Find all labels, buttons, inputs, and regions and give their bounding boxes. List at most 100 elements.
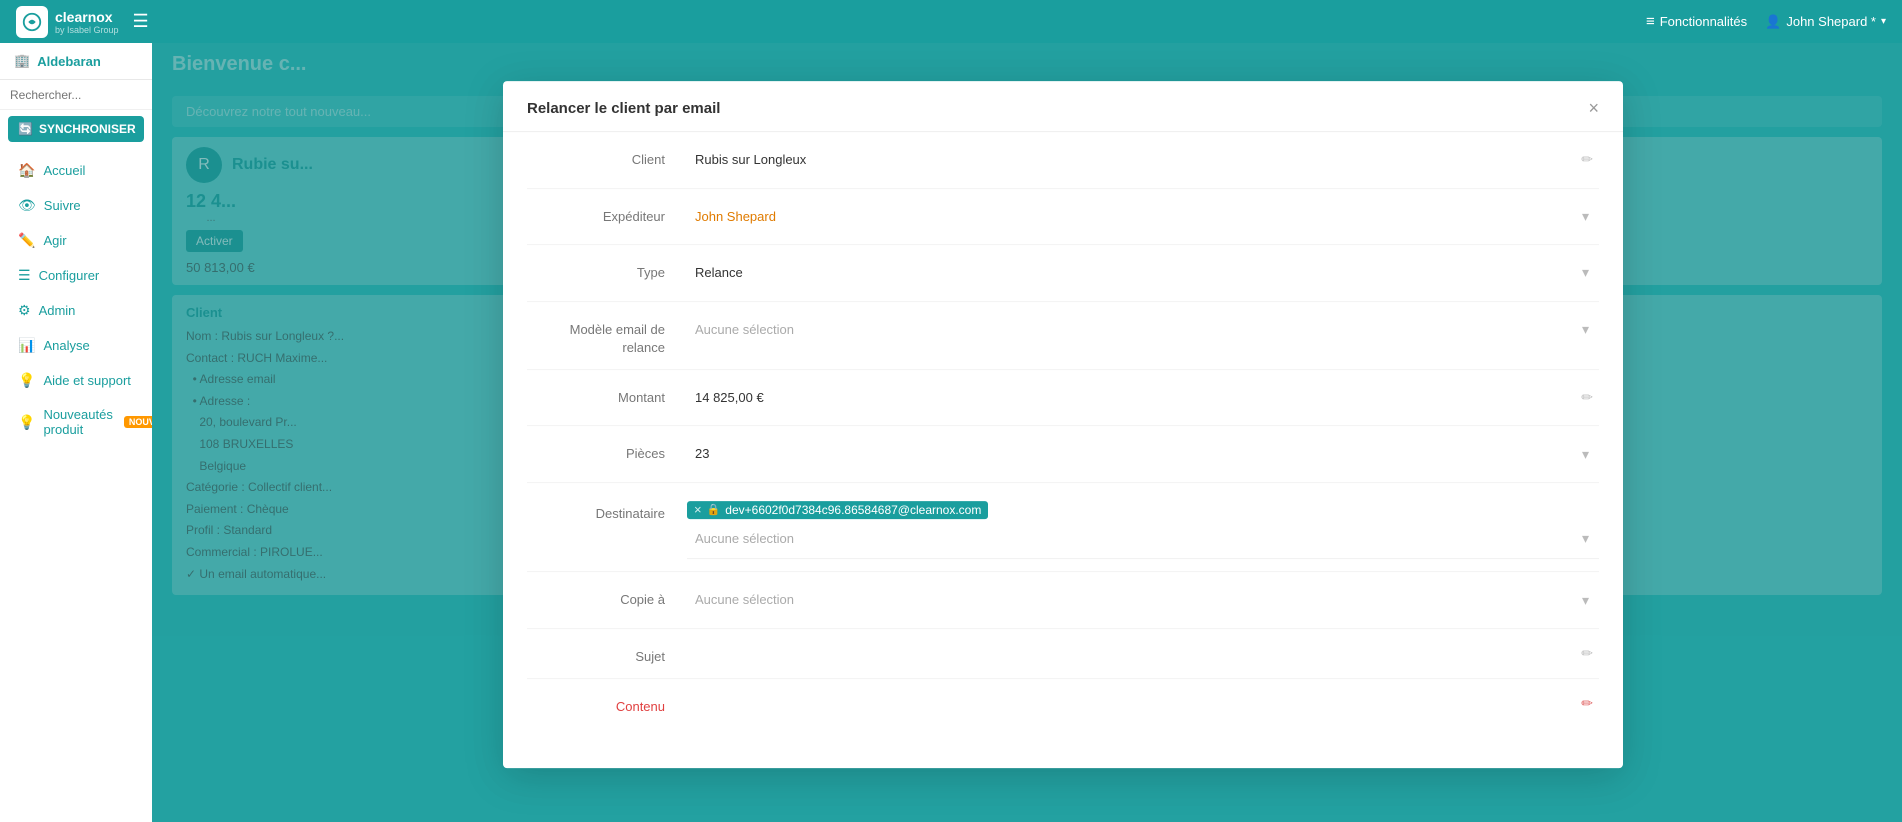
sidebar-company[interactable]: 🏢 Aldebaran [0,43,152,80]
edit-icon: ✏️ [18,232,35,249]
user-icon: 👤 [1765,14,1781,30]
contenu-value-container: ✏ [687,691,1599,716]
tag-email: dev+6602f0d7384c96.86584687@clearnox.com [725,503,981,517]
sidebar: 🏢 Aldebaran 🔄 SYNCHRONISER 🏠 Accueil 👁 S… [0,43,152,822]
contenu-label: Contenu [527,691,687,716]
sync-button[interactable]: 🔄 SYNCHRONISER [8,116,144,142]
new-icon: 💡 [18,414,35,431]
modele-row: Modèle email de relance Aucune sélection… [527,302,1599,370]
logo-text-block: clearnox by Isabel Group [55,9,119,35]
type-dropdown-icon[interactable]: ▾ [1572,260,1599,285]
client-value: Rubis sur Longleux [687,144,1575,176]
home-icon: 🏠 [18,162,35,179]
sidebar-item-label: Agir [43,233,66,248]
destinataire-select-row[interactable]: Aucune sélection ▾ [687,523,1599,560]
sidebar-item-label: Accueil [43,163,85,178]
sidebar-item-label: Admin [39,303,76,318]
montant-label: Montant [527,382,687,407]
email-modal: Relancer le client par email × Client Ru… [503,81,1623,768]
expediteur-row: Expéditeur John Shepard ▾ [527,189,1599,246]
sidebar-item-label: Configurer [39,268,100,283]
modal-body: Client Rubis sur Longleux ✏ Expéditeur J… [503,132,1623,728]
tag-lock-icon: 🔒 [707,503,721,516]
sidebar-item-suivre[interactable]: 👁 Suivre [4,189,148,222]
pieces-dropdown-icon[interactable]: ▾ [1572,442,1599,467]
expediteur-label: Expéditeur [527,201,687,226]
help-icon: 💡 [18,372,35,389]
tag-remove-button[interactable]: × [694,503,702,516]
logo-sub: by Isabel Group [55,25,119,35]
pieces-row: Pièces 23 ▾ [527,426,1599,483]
copie-row: Copie à Aucune sélection ▾ [527,572,1599,629]
destinataire-placeholder: Aucune sélection [687,523,1572,555]
type-value-container[interactable]: Relance ▾ [687,257,1599,289]
copie-value-container[interactable]: Aucune sélection ▾ [687,584,1599,616]
sujet-edit-icon[interactable]: ✏ [1575,641,1599,666]
logo-name: clearnox [55,9,119,25]
eye-icon: 👁 [18,197,36,214]
modal-title: Relancer le client par email [527,100,720,117]
type-row: Type Relance ▾ [527,245,1599,302]
sidebar-item-label: Suivre [44,198,81,213]
sidebar-item-label: Nouveautés produit [43,407,112,437]
modele-dropdown-icon[interactable]: ▾ [1572,317,1599,342]
copie-dropdown-icon[interactable]: ▾ [1572,588,1599,613]
sidebar-item-agir[interactable]: ✏️ Agir [4,224,148,257]
gear-icon: ⚙ [18,302,31,319]
logo-icon [16,6,48,38]
sidebar-item-configurer[interactable]: ☰ Configurer [4,259,148,292]
sidebar-item-aide[interactable]: 💡 Aide et support [4,364,148,397]
destinataire-dropdown-icon[interactable]: ▾ [1572,526,1599,551]
modal-close-button[interactable]: × [1588,99,1599,117]
pieces-label: Pièces [527,438,687,463]
type-label: Type [527,257,687,282]
pieces-value-container[interactable]: 23 ▾ [687,438,1599,470]
config-icon: ☰ [18,267,31,284]
sidebar-item-analyse[interactable]: 📊 Analyse [4,329,148,362]
sidebar-search-container [0,80,152,110]
destinataire-row: Destinataire × 🔒 dev+6602f0d7384c96.8658… [527,483,1599,573]
topnav-right: ≡ Fonctionnalités 👤 John Shepard * ▾ [1646,13,1886,30]
copie-placeholder: Aucune sélection [687,584,1572,616]
client-label: Client [527,144,687,169]
contenu-edit-icon[interactable]: ✏ [1575,691,1599,716]
modele-value-container[interactable]: Aucune sélection ▾ [687,314,1599,346]
user-label: John Shepard * [1786,14,1876,29]
menu-icon: ≡ [1646,13,1655,30]
destinataire-block: × 🔒 dev+6602f0d7384c96.86584687@clearnox… [687,495,1599,560]
expediteur-dropdown-icon[interactable]: ▾ [1572,204,1599,229]
search-input[interactable] [10,88,142,102]
contenu-value [687,698,1575,710]
sidebar-item-label: Aide et support [43,373,130,388]
sidebar-item-admin[interactable]: ⚙ Admin [4,294,148,327]
sujet-row: Sujet ✏ [527,629,1599,679]
sidebar-item-label: Analyse [43,338,89,353]
modal-header: Relancer le client par email × [503,81,1623,132]
sidebar-nav: 🏠 Accueil 👁 Suivre ✏️ Agir ☰ Configurer … [0,148,152,451]
montant-value-container: 14 825,00 € ✏ [687,382,1599,414]
client-value-container: Rubis sur Longleux ✏ [687,144,1599,176]
chart-icon: 📊 [18,337,35,354]
user-menu[interactable]: 👤 John Shepard * ▾ [1765,14,1886,30]
hamburger-menu[interactable]: ☰ [133,11,149,32]
destinataire-label: Destinataire [527,495,687,523]
type-value: Relance [687,257,1572,289]
expediteur-value: John Shepard [687,201,1572,233]
top-navigation: clearnox by Isabel Group ☰ ≡ Fonctionnal… [0,0,1902,43]
sync-icon: 🔄 [18,122,33,136]
sidebar-item-nouveautes[interactable]: 💡 Nouveautés produit NOUV [4,399,148,445]
montant-edit-icon[interactable]: ✏ [1575,385,1599,410]
sujet-value-container: ✏ [687,641,1599,666]
fonctionnalites-label: Fonctionnalités [1660,14,1747,29]
destinataire-tags: × 🔒 dev+6602f0d7384c96.86584687@clearnox… [687,495,1599,523]
new-badge: NOUV [124,416,152,428]
sujet-value [687,647,1575,659]
email-tag: × 🔒 dev+6602f0d7384c96.86584687@clearnox… [687,501,988,519]
logo[interactable]: clearnox by Isabel Group [16,6,119,38]
pieces-value: 23 [687,438,1572,470]
company-icon: 🏢 [14,53,30,69]
client-edit-icon[interactable]: ✏ [1575,147,1599,172]
fonctionnalites-menu[interactable]: ≡ Fonctionnalités [1646,13,1747,30]
sidebar-item-accueil[interactable]: 🏠 Accueil [4,154,148,187]
expediteur-value-container[interactable]: John Shepard ▾ [687,201,1599,233]
